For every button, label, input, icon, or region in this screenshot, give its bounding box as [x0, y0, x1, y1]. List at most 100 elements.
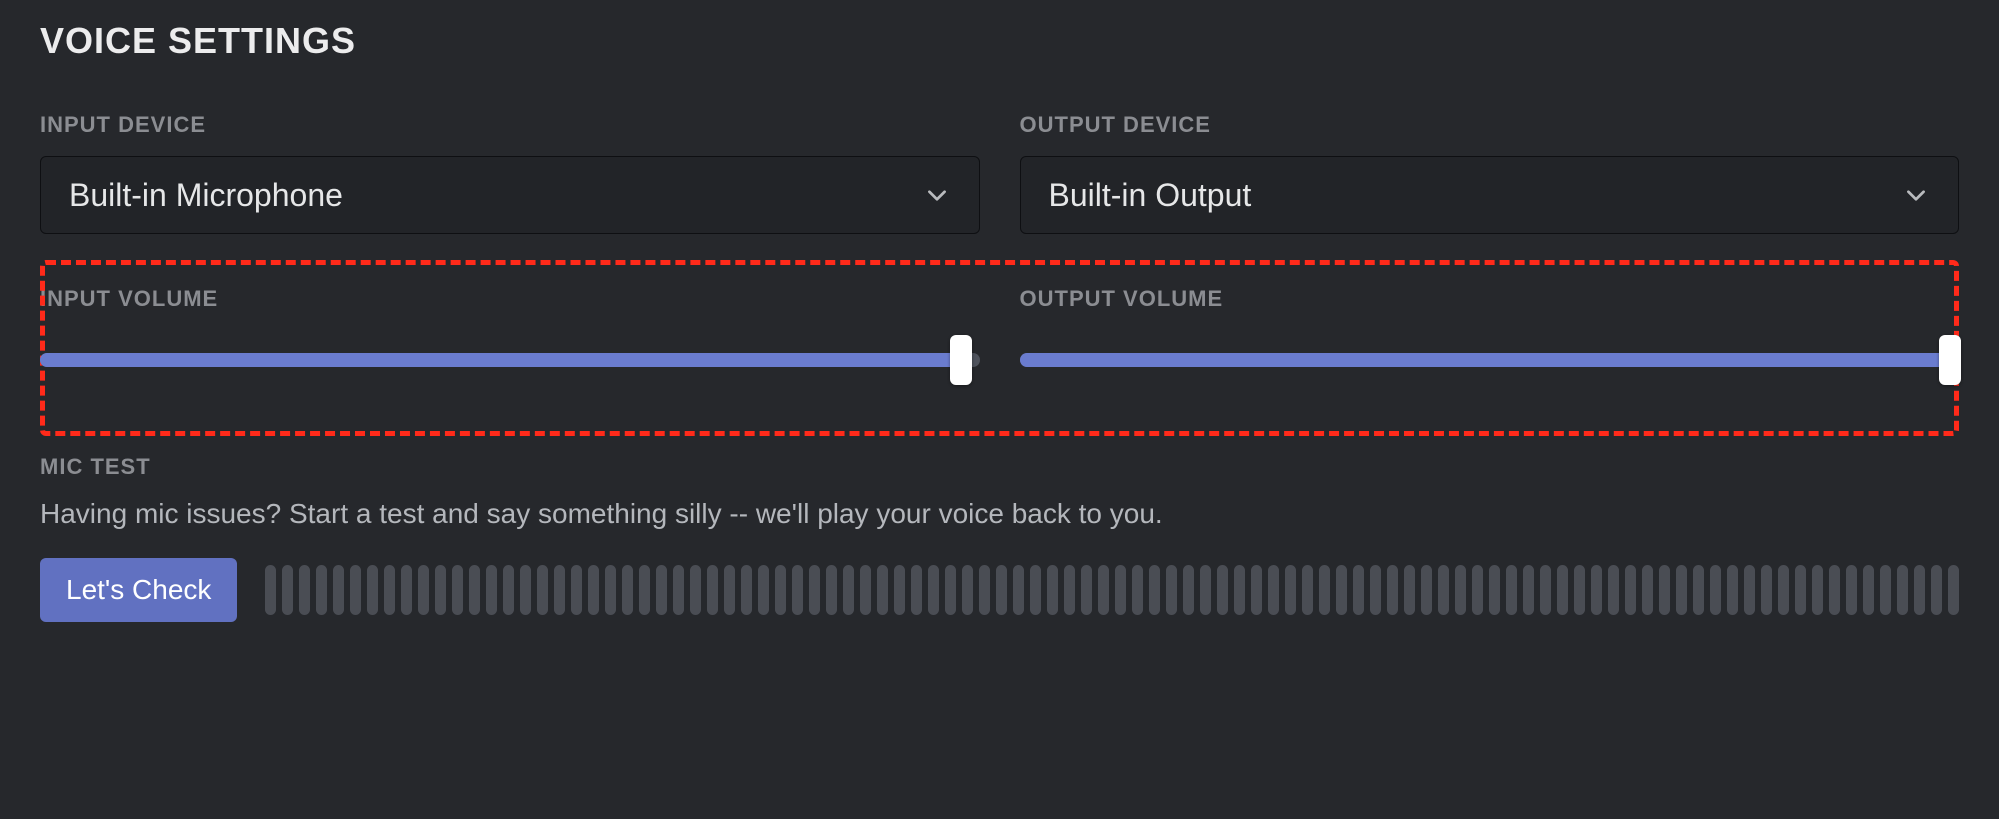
- meter-bar: [1166, 565, 1177, 615]
- output-device-col: OUTPUT DEVICE Built-in Output: [1020, 112, 1960, 234]
- meter-bar: [724, 565, 735, 615]
- meter-bar: [1659, 565, 1670, 615]
- meter-bar: [1064, 565, 1075, 615]
- mic-test-label: MIC TEST: [40, 454, 1959, 480]
- output-volume-slider[interactable]: [1020, 334, 1960, 386]
- meter-bar: [1013, 565, 1024, 615]
- meter-bar: [537, 565, 548, 615]
- output-volume-col: OUTPUT VOLUME: [1020, 286, 1960, 386]
- output-device-select[interactable]: Built-in Output: [1020, 156, 1960, 234]
- meter-bar: [1591, 565, 1602, 615]
- input-device-value: Built-in Microphone: [69, 177, 343, 214]
- meter-bar: [1931, 565, 1942, 615]
- meter-bar: [1455, 565, 1466, 615]
- mic-test-help-text: Having mic issues? Start a test and say …: [40, 498, 1959, 530]
- meter-bar: [1574, 565, 1585, 615]
- meter-bar: [1914, 565, 1925, 615]
- meter-bar: [1506, 565, 1517, 615]
- meter-bar: [486, 565, 497, 615]
- meter-bar: [1251, 565, 1262, 615]
- input-device-select[interactable]: Built-in Microphone: [40, 156, 980, 234]
- meter-bar: [622, 565, 633, 615]
- meter-bar: [503, 565, 514, 615]
- meter-bar: [1948, 565, 1959, 615]
- output-volume-label: OUTPUT VOLUME: [1020, 286, 1960, 312]
- meter-bar: [1778, 565, 1789, 615]
- meter-bar: [1319, 565, 1330, 615]
- meter-bar: [894, 565, 905, 615]
- section-title: VOICE SETTINGS: [40, 20, 1959, 62]
- meter-bar: [1829, 565, 1840, 615]
- meter-bar: [1880, 565, 1891, 615]
- meter-bar: [1863, 565, 1874, 615]
- meter-bar: [384, 565, 395, 615]
- meter-bar: [656, 565, 667, 615]
- slider-thumb[interactable]: [950, 335, 972, 385]
- voice-settings-panel: VOICE SETTINGS INPUT DEVICE Built-in Mic…: [0, 0, 1999, 652]
- meter-bar: [1115, 565, 1126, 615]
- meter-bar: [1132, 565, 1143, 615]
- meter-bar: [1761, 565, 1772, 615]
- meter-bar: [707, 565, 718, 615]
- meter-bar: [1540, 565, 1551, 615]
- meter-bar: [1098, 565, 1109, 615]
- meter-bar: [1047, 565, 1058, 615]
- meter-bar: [1642, 565, 1653, 615]
- input-volume-label: INPUT VOLUME: [40, 286, 980, 312]
- meter-bar: [1676, 565, 1687, 615]
- meter-bar: [741, 565, 752, 615]
- meter-bar: [1268, 565, 1279, 615]
- meter-bar: [588, 565, 599, 615]
- meter-bar: [758, 565, 769, 615]
- meter-bar: [1285, 565, 1296, 615]
- volume-row: INPUT VOLUME OUTPUT VOLUME: [40, 286, 1959, 386]
- meter-bar: [1727, 565, 1738, 615]
- meter-bar: [571, 565, 582, 615]
- meter-bar: [1217, 565, 1228, 615]
- output-device-label: OUTPUT DEVICE: [1020, 112, 1960, 138]
- meter-bar: [333, 565, 344, 615]
- meter-bar: [809, 565, 820, 615]
- meter-bar: [1081, 565, 1092, 615]
- chevron-down-icon: [1902, 181, 1930, 209]
- meter-bar: [945, 565, 956, 615]
- lets-check-button[interactable]: Let's Check: [40, 558, 237, 622]
- meter-bar: [435, 565, 446, 615]
- meter-bar: [1744, 565, 1755, 615]
- meter-bar: [1557, 565, 1568, 615]
- input-volume-slider[interactable]: [40, 334, 980, 386]
- meter-bar: [860, 565, 871, 615]
- meter-bar: [843, 565, 854, 615]
- meter-bar: [962, 565, 973, 615]
- meter-bar: [996, 565, 1007, 615]
- meter-bar: [367, 565, 378, 615]
- slider-fill: [1020, 353, 1950, 367]
- mic-test-row: Let's Check: [40, 558, 1959, 622]
- input-volume-col: INPUT VOLUME: [40, 286, 980, 386]
- meter-bar: [1183, 565, 1194, 615]
- meter-bar: [1693, 565, 1704, 615]
- meter-bar: [1438, 565, 1449, 615]
- meter-bar: [469, 565, 480, 615]
- meter-bar: [350, 565, 361, 615]
- meter-bar: [1149, 565, 1160, 615]
- meter-bar: [282, 565, 293, 615]
- meter-bar: [792, 565, 803, 615]
- slider-thumb[interactable]: [1939, 335, 1961, 385]
- meter-bar: [1370, 565, 1381, 615]
- meter-bar: [1404, 565, 1415, 615]
- meter-bar: [299, 565, 310, 615]
- meter-bar: [265, 565, 276, 615]
- meter-bar: [1387, 565, 1398, 615]
- meter-bar: [1472, 565, 1483, 615]
- meter-bar: [605, 565, 616, 615]
- meter-bar: [1421, 565, 1432, 615]
- volume-highlight-box: INPUT VOLUME OUTPUT VOLUME: [40, 260, 1959, 436]
- meter-bar: [911, 565, 922, 615]
- meter-bar: [316, 565, 327, 615]
- output-device-value: Built-in Output: [1049, 177, 1252, 214]
- meter-bar: [1846, 565, 1857, 615]
- input-device-col: INPUT DEVICE Built-in Microphone: [40, 112, 980, 234]
- meter-bar: [452, 565, 463, 615]
- input-device-label: INPUT DEVICE: [40, 112, 980, 138]
